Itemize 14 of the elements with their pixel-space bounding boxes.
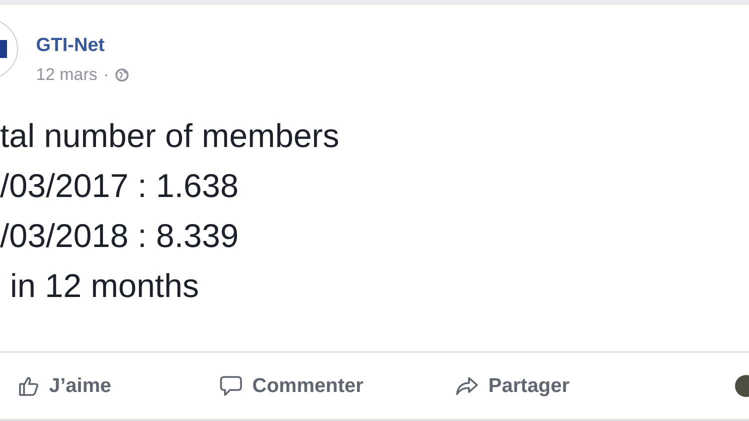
thumbs-up-icon — [18, 375, 40, 397]
action-button[interactable]: J’aime — [18, 374, 112, 398]
separator: · — [103, 65, 110, 85]
post-text-line: tal number of members — [0, 116, 340, 156]
action-button[interactable]: Commenter — [219, 374, 364, 398]
post-date[interactable]: 12 mars — [36, 65, 98, 85]
globe-icon — [115, 68, 130, 82]
speech-bubble-icon — [219, 375, 244, 397]
author-link[interactable]: GTI-Net — [36, 35, 130, 57]
post-text-line: /03/2017 : 1.638 — [0, 166, 240, 206]
share-arrow-icon — [455, 375, 480, 397]
post-text-line: /03/2018 : 8.339 — [0, 216, 240, 256]
action-button[interactable]: Partager — [455, 374, 570, 398]
post-text-line: in 12 months — [9, 266, 200, 306]
